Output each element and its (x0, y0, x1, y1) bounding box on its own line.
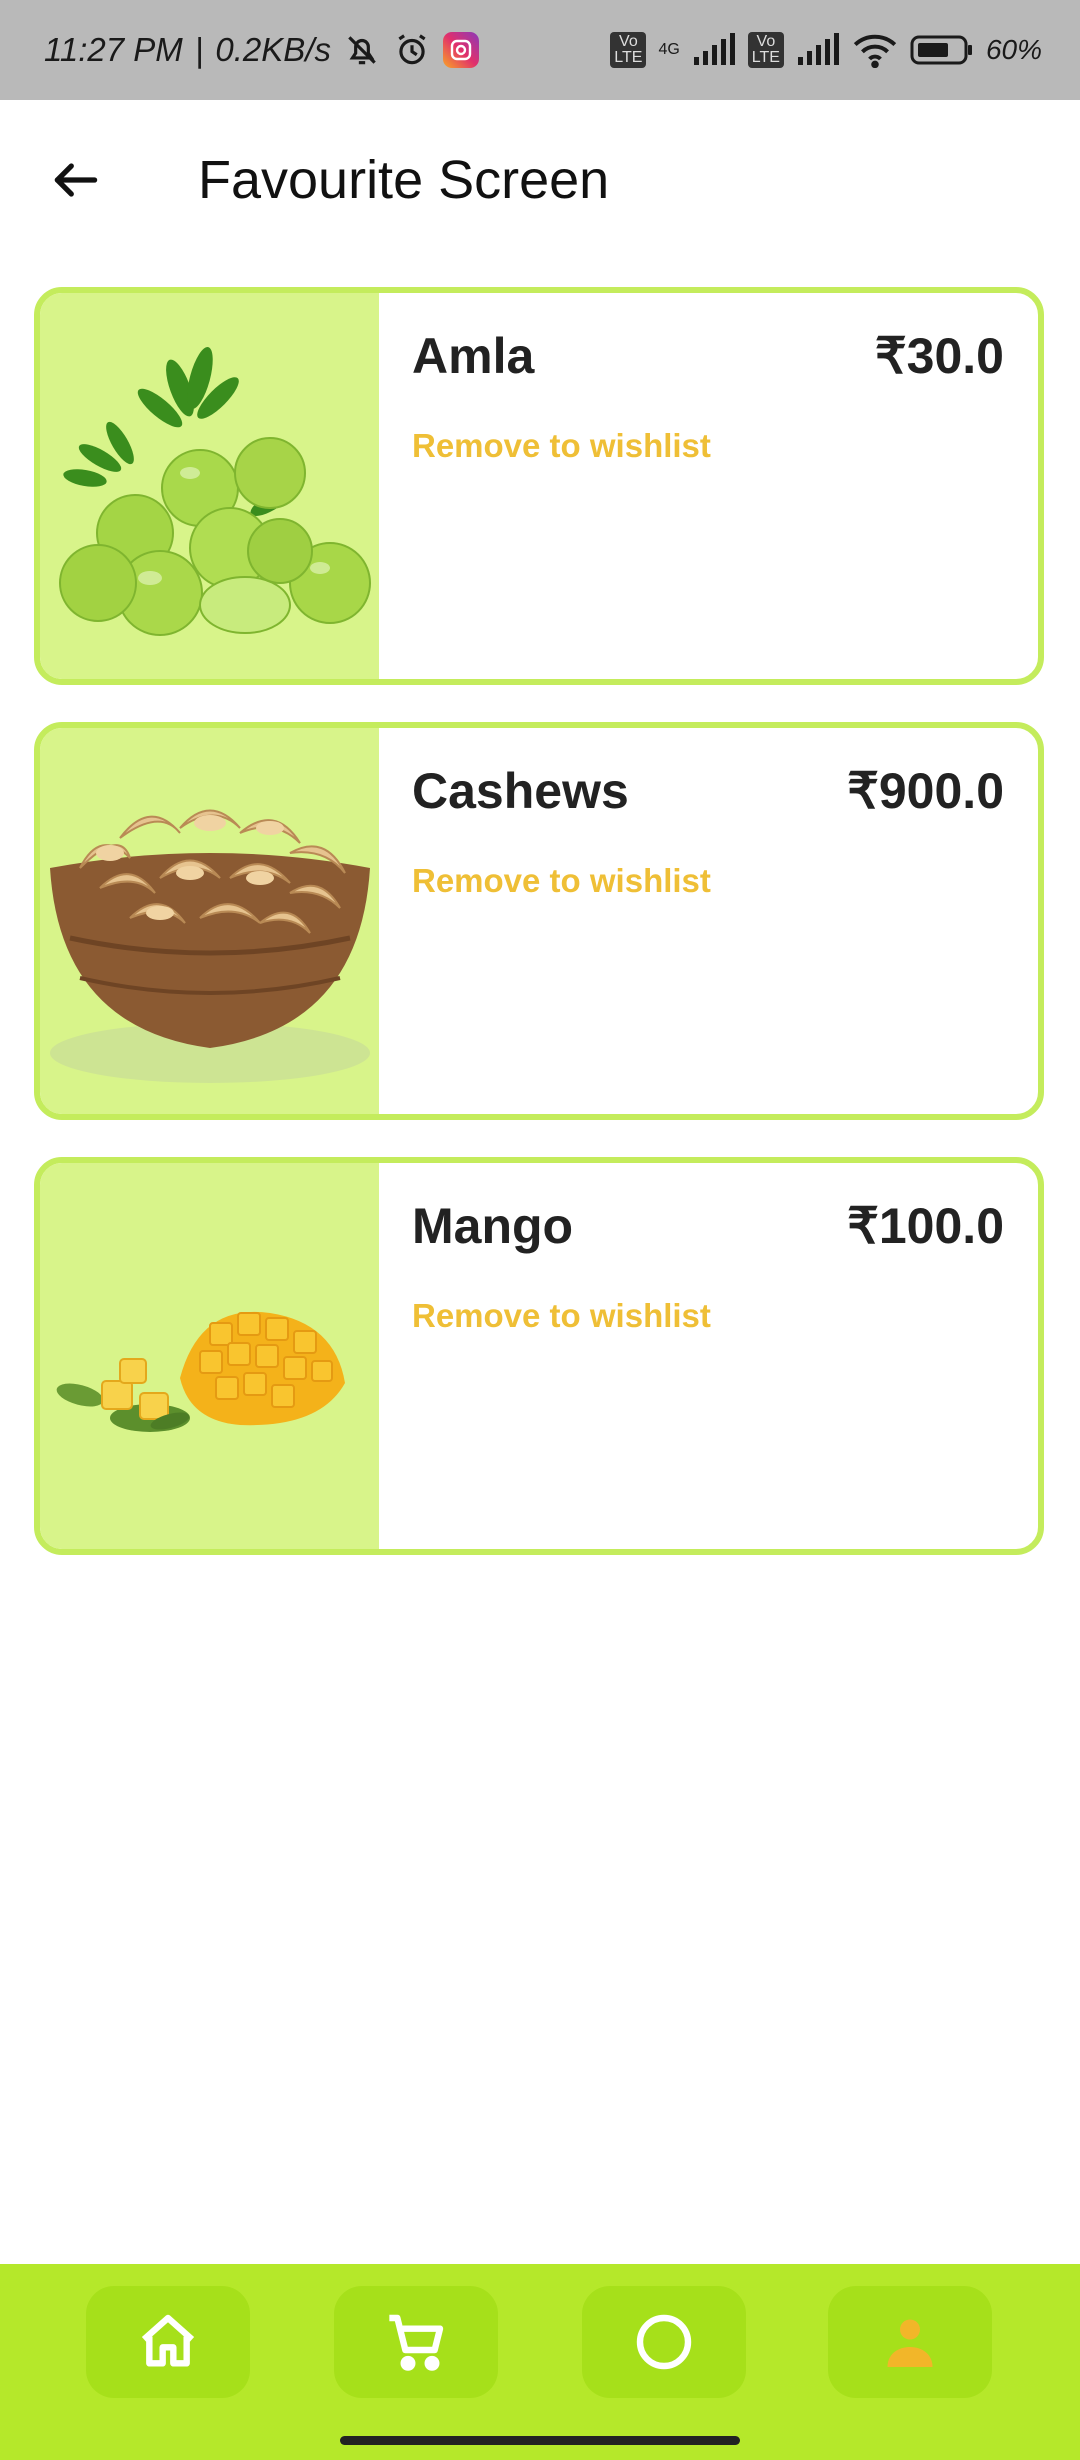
status-divider: | (194, 31, 204, 68)
status-time: 11:27 PM (44, 31, 183, 68)
product-name: Mango (412, 1198, 574, 1254)
home-icon (141, 2314, 195, 2367)
volte-icon-2: Vo LTE (747, 32, 784, 68)
remove-from-wishlist-button[interactable]: Remove to wishlist (412, 862, 711, 900)
nav-profile-button[interactable] (828, 2286, 992, 2398)
nav-circle-button[interactable] (582, 2286, 746, 2398)
product-price: ₹30.0 (874, 328, 1004, 384)
battery-level: 60% (985, 34, 1042, 65)
wifi-icon (852, 32, 898, 68)
signal-icon-2 (796, 33, 840, 67)
volte-icon: Vo LTE (610, 32, 647, 68)
nav-cart-button[interactable] (334, 2286, 498, 2398)
app-bar: Favourite Screen (0, 100, 1080, 260)
alarm-icon (393, 31, 431, 69)
favourite-card[interactable]: Cashews ₹900.0 Remove to wishlist (34, 722, 1044, 1120)
status-right: Vo LTE 4G Vo LTE 60% (610, 32, 1042, 68)
favourite-card[interactable]: Amla ₹30.0 Remove to wishlist (34, 287, 1044, 685)
network-type: 4G (658, 41, 680, 58)
battery-icon (910, 34, 974, 66)
product-name: Amla (412, 328, 535, 384)
product-price: ₹100.0 (847, 1198, 1004, 1254)
product-price: ₹900.0 (847, 763, 1004, 819)
bell-off-icon (343, 31, 381, 69)
instagram-icon (442, 32, 479, 68)
product-image (40, 1163, 379, 1549)
back-button[interactable] (48, 152, 108, 208)
cart-icon (389, 2314, 444, 2371)
product-image (40, 293, 379, 679)
arrow-left-icon (54, 163, 98, 197)
status-left: 11:27 PM | 0.2KB/s (44, 31, 479, 69)
status-net-speed: 0.2KB/s (215, 31, 331, 68)
amla-image (59, 346, 371, 636)
mango-image (56, 1311, 345, 1432)
remove-from-wishlist-button[interactable]: Remove to wishlist (412, 427, 711, 465)
product-image (40, 728, 379, 1114)
product-name: Cashews (412, 763, 629, 819)
remove-from-wishlist-button[interactable]: Remove to wishlist (412, 1297, 711, 1335)
gesture-home-bar[interactable] (340, 2436, 740, 2445)
circle-icon (636, 2314, 692, 2370)
signal-icon (692, 33, 736, 67)
page-title: Favourite Screen (198, 150, 610, 210)
nav-home-button[interactable] (86, 2286, 250, 2398)
bottom-navigation (0, 2264, 1080, 2460)
favourite-card[interactable]: Mango ₹100.0 Remove to wishlist (34, 1157, 1044, 1555)
cashews-image (50, 809, 370, 1083)
status-bar: 11:27 PM | 0.2KB/s Vo LTE 4G Vo LTE 60% (0, 0, 1080, 100)
person-icon (887, 2319, 933, 2367)
